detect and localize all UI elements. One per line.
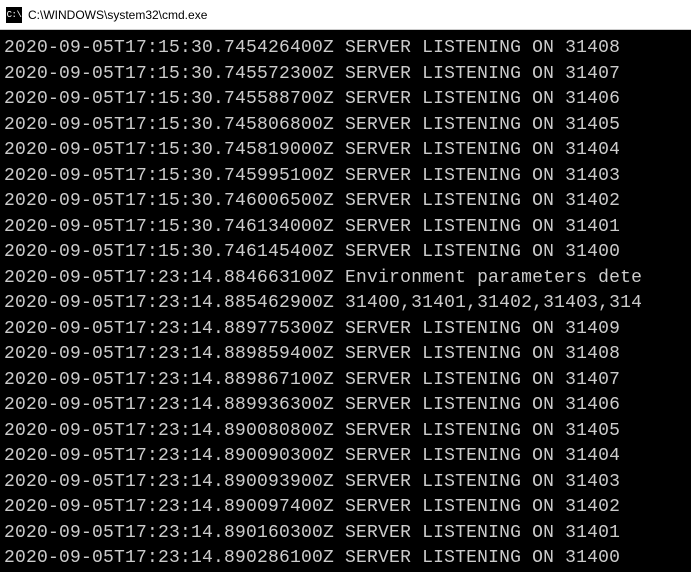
log-line: 2020-09-05T17:15:30.745995100Z SERVER LI… xyxy=(4,164,687,190)
terminal-output[interactable]: 2020-09-05T17:15:30.745426400Z SERVER LI… xyxy=(0,30,691,572)
log-line: 2020-09-05T17:15:30.746006500Z SERVER LI… xyxy=(4,189,687,215)
window-title-bar[interactable]: C:\ C:\WINDOWS\system32\cmd.exe xyxy=(0,0,691,30)
log-line: 2020-09-05T17:23:14.889859400Z SERVER LI… xyxy=(4,342,687,368)
log-line: 2020-09-05T17:23:14.884663100Z Environme… xyxy=(4,266,687,292)
log-line: 2020-09-05T17:15:30.745588700Z SERVER LI… xyxy=(4,87,687,113)
log-line: 2020-09-05T17:23:14.890090300Z SERVER LI… xyxy=(4,444,687,470)
log-line: 2020-09-05T17:15:30.745819000Z SERVER LI… xyxy=(4,138,687,164)
log-line: 2020-09-05T17:23:14.890286100Z SERVER LI… xyxy=(4,546,687,572)
log-line: 2020-09-05T17:23:14.889936300Z SERVER LI… xyxy=(4,393,687,419)
log-line: 2020-09-05T17:15:30.746145400Z SERVER LI… xyxy=(4,240,687,266)
log-line: 2020-09-05T17:23:14.890097400Z SERVER LI… xyxy=(4,495,687,521)
log-line: 2020-09-05T17:23:14.889775300Z SERVER LI… xyxy=(4,317,687,343)
cmd-icon: C:\ xyxy=(6,7,22,23)
log-line: 2020-09-05T17:15:30.745426400Z SERVER LI… xyxy=(4,36,687,62)
log-line: 2020-09-05T17:23:14.890080800Z SERVER LI… xyxy=(4,419,687,445)
log-line: 2020-09-05T17:23:14.890160300Z SERVER LI… xyxy=(4,521,687,547)
log-line: 2020-09-05T17:23:14.885462900Z 31400,314… xyxy=(4,291,687,317)
log-line: 2020-09-05T17:23:14.889867100Z SERVER LI… xyxy=(4,368,687,394)
log-line: 2020-09-05T17:23:14.890093900Z SERVER LI… xyxy=(4,470,687,496)
window-title: C:\WINDOWS\system32\cmd.exe xyxy=(28,8,207,22)
log-line: 2020-09-05T17:15:30.746134000Z SERVER LI… xyxy=(4,215,687,241)
log-line: 2020-09-05T17:15:30.745806800Z SERVER LI… xyxy=(4,113,687,139)
log-line: 2020-09-05T17:15:30.745572300Z SERVER LI… xyxy=(4,62,687,88)
